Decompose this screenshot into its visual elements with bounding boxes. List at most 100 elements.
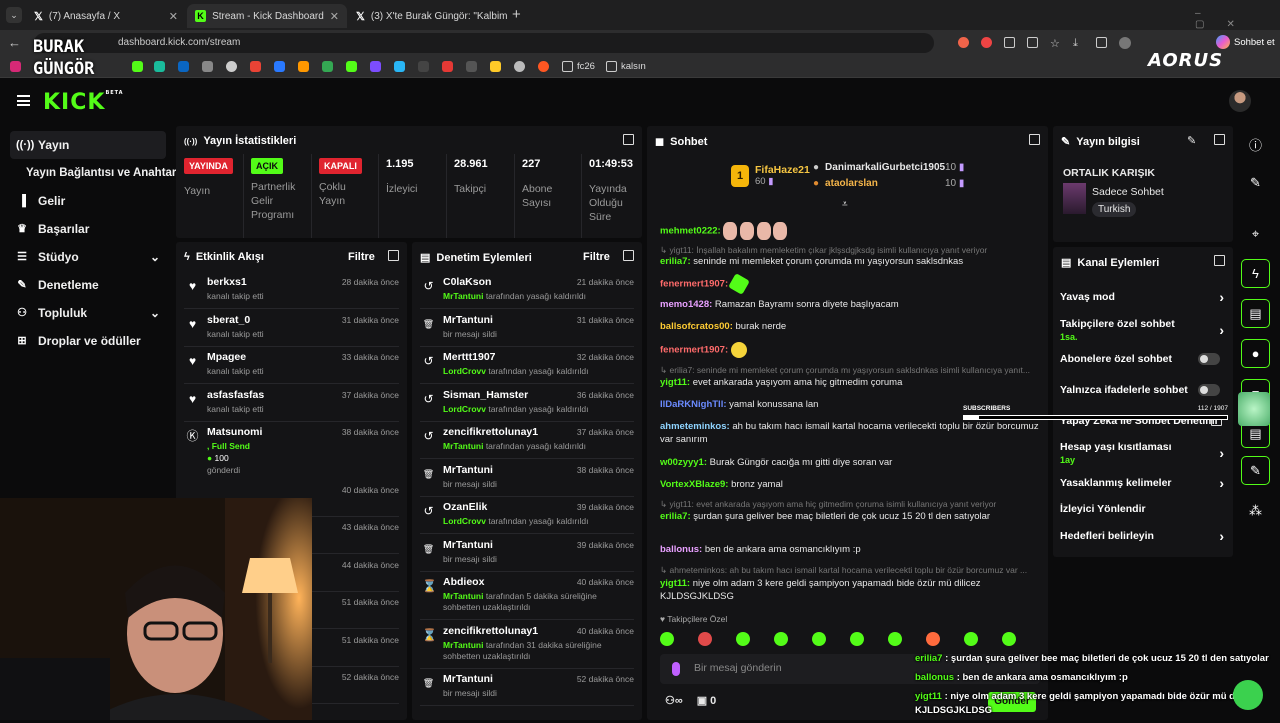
- sidebar-item-studyo[interactable]: ☰ Stüdyo ⌄: [10, 243, 166, 271]
- moderated-user[interactable]: Merttt1907: [443, 351, 496, 363]
- channel-action-6[interactable]: Yasaklanmış kelimeler ›: [1060, 475, 1224, 491]
- sidebar-item-gelir[interactable]: ▐ Gelir: [10, 187, 166, 215]
- channel-action-5[interactable]: Hesap yaşı kısıtlaması 1ay ›: [1060, 441, 1224, 465]
- moderated-user[interactable]: MrTantuni: [443, 673, 493, 685]
- bookmark-icon[interactable]: [514, 61, 525, 72]
- moderated-user[interactable]: C0laKson: [443, 276, 491, 288]
- popout-icon[interactable]: [1214, 134, 1225, 145]
- sidebar-item-basarilar[interactable]: ♛ Başarılar: [10, 215, 166, 243]
- toggle-switch[interactable]: [1198, 384, 1220, 396]
- emote-button[interactable]: [926, 632, 940, 646]
- wrench-icon[interactable]: ✎: [1241, 456, 1270, 485]
- emote-button[interactable]: [698, 632, 712, 646]
- bookmark-icon[interactable]: [370, 61, 381, 72]
- gmail-icon[interactable]: [250, 61, 261, 72]
- channel-action-1[interactable]: Takipçilere özel sohbet 1sa. ›: [1060, 318, 1224, 342]
- close-icon[interactable]: ✕: [330, 10, 339, 23]
- chat-username[interactable]: erilia7:: [660, 256, 691, 267]
- hamburger-menu-icon[interactable]: [17, 95, 30, 106]
- bookmark-icon[interactable]: [226, 61, 237, 72]
- bookmark-folder-kalsin[interactable]: kalsın: [621, 61, 646, 72]
- bookmark-icon[interactable]: [132, 61, 143, 72]
- info-icon[interactable]: ⓘ: [1241, 130, 1270, 159]
- collapse-icon[interactable]: ⩡: [842, 199, 848, 210]
- bookmark-icon[interactable]: [274, 61, 285, 72]
- bookmark-icon[interactable]: [442, 61, 453, 72]
- chat-username[interactable]: yigt11:: [660, 578, 690, 589]
- bookmark-icon[interactable]: [154, 61, 165, 72]
- chat-username[interactable]: mehmet0222:: [660, 226, 721, 237]
- tab-list-dropdown-icon[interactable]: ⌄: [6, 7, 22, 23]
- toggle-switch[interactable]: [1198, 353, 1220, 365]
- bookmark-icon[interactable]: [298, 61, 309, 72]
- extensions-icons[interactable]: ☆ ⤓: [958, 37, 1158, 50]
- sidebar-item-topluluk[interactable]: ⚇ Topluluk ⌄: [10, 299, 166, 327]
- microphone-icon[interactable]: [672, 662, 680, 676]
- emote-button[interactable]: [888, 632, 902, 646]
- moderated-user[interactable]: zencifikrettolunay1: [443, 625, 538, 637]
- linkedin-icon[interactable]: [178, 61, 189, 72]
- back-arrow-icon[interactable]: ←: [8, 35, 21, 50]
- sidebar-item-denetleme[interactable]: ✎ Denetleme: [10, 271, 166, 299]
- bookmark-icon[interactable]: [346, 61, 357, 72]
- moderated-user[interactable]: zencifikrettolunay1: [443, 426, 538, 438]
- popout-icon[interactable]: [1214, 255, 1225, 266]
- pencil-icon[interactable]: ✎: [1241, 168, 1270, 197]
- url-field[interactable]: dashboard.kick.com/stream: [34, 33, 934, 53]
- emote-button[interactable]: [1002, 632, 1016, 646]
- focus-icon[interactable]: ⌖: [1241, 219, 1270, 248]
- emote-button[interactable]: [850, 632, 864, 646]
- lightning-icon[interactable]: ϟ: [1241, 259, 1270, 288]
- moderated-user[interactable]: OzanElik: [443, 501, 487, 513]
- browser-tab-x-post[interactable]: 𝕏 (3) X'te Burak Güngör: "Kalbimizi b ✕: [348, 4, 508, 28]
- sidebar-item-droplar[interactable]: ⊞ Droplar ve ödüller: [10, 327, 166, 355]
- emote-button[interactable]: [964, 632, 978, 646]
- activity-user[interactable]: asfasfasfas: [207, 389, 264, 401]
- channel-action-0[interactable]: Yavaş mod ›: [1060, 289, 1224, 305]
- activity-user[interactable]: sberat_0: [207, 314, 250, 326]
- new-tab-button[interactable]: +: [512, 6, 521, 23]
- bookmark-icon[interactable]: [394, 61, 405, 72]
- popout-icon[interactable]: [623, 134, 634, 145]
- kick-logo[interactable]: KICKBETA: [43, 90, 124, 115]
- bookmark-icon[interactable]: [202, 61, 213, 72]
- sidebar-item-stream-key[interactable]: Yayın Bağlantısı ve Anahtarı: [20, 159, 180, 187]
- shapes-icon[interactable]: ⁂: [1241, 496, 1270, 525]
- bookmark-folder-fc26[interactable]: fc26: [577, 61, 595, 72]
- chat-username[interactable]: ahmeteminkos:: [660, 421, 730, 432]
- channel-action-8[interactable]: Hedefleri belirleyin ›: [1060, 528, 1224, 544]
- chat-username[interactable]: ballonus:: [660, 544, 702, 555]
- leaderboard-second[interactable]: ● DanimarkaliGurbetci1905: [813, 162, 945, 173]
- bookmark-icon[interactable]: [538, 61, 549, 72]
- emote-button[interactable]: [812, 632, 826, 646]
- chat-username[interactable]: w00zyyy1:: [660, 457, 707, 468]
- browser-tab-x-home[interactable]: 𝕏 (7) Anasayfa / X ✕: [26, 4, 186, 28]
- bookmark-icon[interactable]: [466, 61, 477, 72]
- chat-username[interactable]: ballsofcratos00:: [660, 321, 733, 332]
- channel-action-2[interactable]: Abonelere özel sohbet: [1060, 353, 1224, 365]
- tag-chip[interactable]: Turkish: [1092, 202, 1137, 217]
- folder-icon[interactable]: [606, 61, 617, 72]
- document-icon[interactable]: ▤: [1241, 299, 1270, 328]
- filter-button[interactable]: Filtre: [583, 251, 610, 263]
- chat-username[interactable]: memo1428:: [660, 299, 712, 310]
- popout-icon[interactable]: [623, 250, 634, 261]
- category-name[interactable]: Sadece Sohbet: [1092, 186, 1164, 198]
- folder-icon[interactable]: [562, 61, 573, 72]
- activity-user[interactable]: Matsunomi: [207, 426, 262, 438]
- activity-user[interactable]: berkxs1: [207, 276, 247, 288]
- channel-action-3[interactable]: Yalnızca ifadelerle sohbet: [1060, 384, 1224, 396]
- drive-icon[interactable]: [322, 61, 333, 72]
- bookmark-icon[interactable]: [418, 61, 429, 72]
- moderated-user[interactable]: Abdieox: [443, 576, 484, 588]
- chat-username[interactable]: IlDaRKNighTll:: [660, 399, 727, 410]
- emote-button[interactable]: [736, 632, 750, 646]
- users-infinity-icon[interactable]: ⚇∞: [665, 694, 683, 707]
- popout-icon[interactable]: [388, 250, 399, 261]
- popout-icon[interactable]: [1029, 134, 1040, 145]
- leaderboard-third[interactable]: ● ataolarslan: [813, 178, 878, 189]
- chat-username[interactable]: VortexXBlaze9:: [660, 479, 728, 490]
- chest-icon[interactable]: ▣ 0: [697, 694, 717, 707]
- sidebar-item-yayin[interactable]: ((·)) Yayın: [10, 131, 166, 159]
- bookmark-icon[interactable]: [490, 61, 501, 72]
